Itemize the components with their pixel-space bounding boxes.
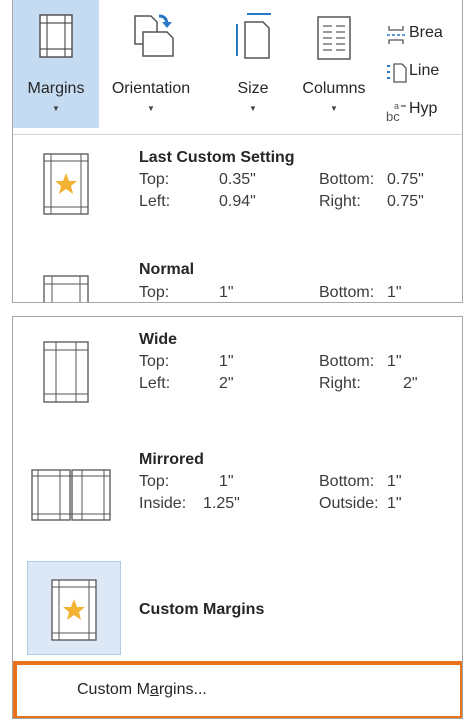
preset-title: Normal [139, 261, 195, 278]
value-right: 2" [403, 375, 418, 392]
value-top: 1" [219, 284, 234, 301]
label-bottom: Bottom: [319, 171, 375, 188]
label-top: Top: [139, 473, 170, 490]
preset-title: Last Custom Setting [139, 149, 295, 166]
size-button[interactable]: Size ▼ [219, 0, 287, 128]
value-top: 1" [219, 473, 234, 490]
size-button-label: Size [237, 80, 269, 97]
ribbon: Margins ▼ Orientation ▼ Size ▼ Columns ▼… [13, 0, 462, 134]
margin-thumbnail-icon [43, 341, 89, 403]
value-left: 2" [219, 375, 234, 392]
value-inside: 1.25" [203, 495, 240, 512]
label-left: Left: [139, 193, 171, 210]
value-bottom: 1" [387, 284, 402, 301]
margin-thumbnail-icon [43, 275, 89, 302]
label-right: Right: [319, 375, 361, 392]
breaks-label: Brea [409, 24, 443, 41]
label-right: Right: [319, 193, 361, 210]
margin-thumbnail-icon [43, 153, 89, 215]
orientation-button-label: Orientation [111, 80, 191, 97]
label-top: Top: [139, 284, 170, 301]
custom-margins-option[interactable]: Custom Margins [13, 549, 462, 659]
label-top: Top: [139, 171, 170, 188]
label-left: Left: [139, 375, 171, 392]
margin-thumbnail-icon [51, 579, 97, 641]
preset-title: Wide [139, 331, 178, 348]
margins-icon [39, 14, 73, 58]
margins-dropdown-bottom: Wide Top: 1" Bottom: 1" Left: 2" Right: … [12, 316, 463, 719]
custom-margins-command-label: Custom Margins... [77, 681, 207, 698]
normal-margins-option[interactable]: Normal Top: 1" Bottom: 1" [13, 245, 462, 302]
chevron-down-icon: ▼ [52, 104, 60, 113]
breaks-icon [387, 26, 405, 44]
columns-icon [317, 16, 351, 60]
label-top: Top: [139, 353, 170, 370]
hyphenation-icon-text: bc [386, 109, 400, 124]
label-bottom: Bottom: [319, 473, 375, 490]
orientation-icon [134, 14, 174, 57]
columns-button-label: Columns [302, 80, 366, 97]
last-custom-setting-option[interactable]: Last Custom Setting Top: 0.35" Bottom: 0… [13, 135, 462, 245]
value-top: 1" [219, 353, 234, 370]
preset-title: Custom Margins [139, 601, 265, 618]
value-left: 0.94" [219, 193, 256, 210]
line-numbers-label: Line [409, 62, 440, 79]
margin-thumbnail-icon [31, 469, 111, 521]
label-bottom: Bottom: [319, 284, 375, 301]
label-inside: Inside: [139, 495, 187, 512]
value-bottom: 0.75" [387, 171, 424, 188]
margins-dropdown-top: Margins ▼ Orientation ▼ Size ▼ Columns ▼… [12, 0, 463, 303]
mirrored-margins-option[interactable]: Mirrored Top: 1" Bottom: 1" Inside: 1.25… [13, 437, 462, 549]
value-bottom: 1" [387, 473, 402, 490]
value-outside: 1" [387, 495, 402, 512]
hyphenation-icon: a bc [386, 101, 406, 124]
custom-margins-command[interactable]: Custom Margins... [13, 661, 462, 718]
preset-title: Mirrored [139, 451, 204, 468]
chevron-down-icon: ▼ [330, 104, 338, 113]
value-top: 0.35" [219, 171, 256, 188]
wide-margins-option[interactable]: Wide Top: 1" Bottom: 1" Left: 2" Right: … [13, 317, 462, 437]
label-bottom: Bottom: [319, 353, 375, 370]
margins-button[interactable]: Margins ▼ [13, 0, 99, 128]
chevron-down-icon: ▼ [249, 104, 257, 113]
value-bottom: 1" [387, 353, 402, 370]
columns-button[interactable]: Columns ▼ [295, 0, 373, 128]
hyphenation-label: Hyp [409, 100, 438, 117]
line-numbers-icon [387, 63, 407, 83]
value-right: 0.75" [387, 193, 424, 210]
margins-button-label: Margins [27, 80, 85, 97]
chevron-down-icon: ▼ [147, 104, 155, 113]
label-outside: Outside: [319, 495, 379, 512]
size-icon [236, 13, 271, 59]
orientation-button[interactable]: Orientation ▼ [99, 0, 203, 128]
